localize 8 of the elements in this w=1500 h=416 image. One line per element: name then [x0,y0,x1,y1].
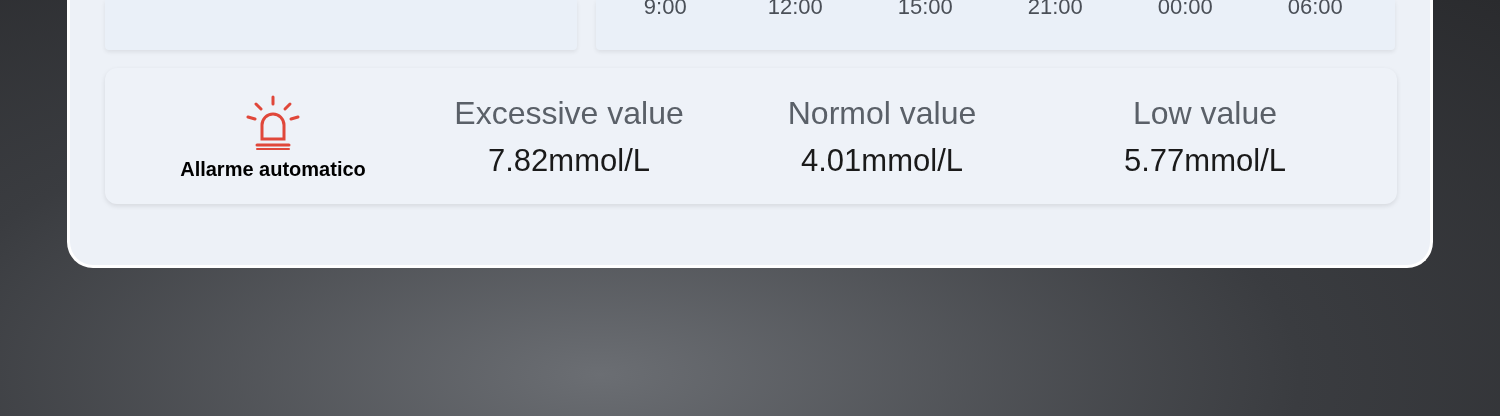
reading-label: Excessive value [454,96,684,129]
reading-value: 7.82mmol/L [488,144,650,176]
reading-value: 5.77mmol/L [1124,144,1286,176]
reading-label: Normol value [787,96,977,129]
reading-label: Low value [1132,96,1278,129]
siren-icon [245,95,301,151]
reading-value: 4.01mmol/L [801,144,963,176]
alarm-label: Allarme automatico [180,159,366,179]
